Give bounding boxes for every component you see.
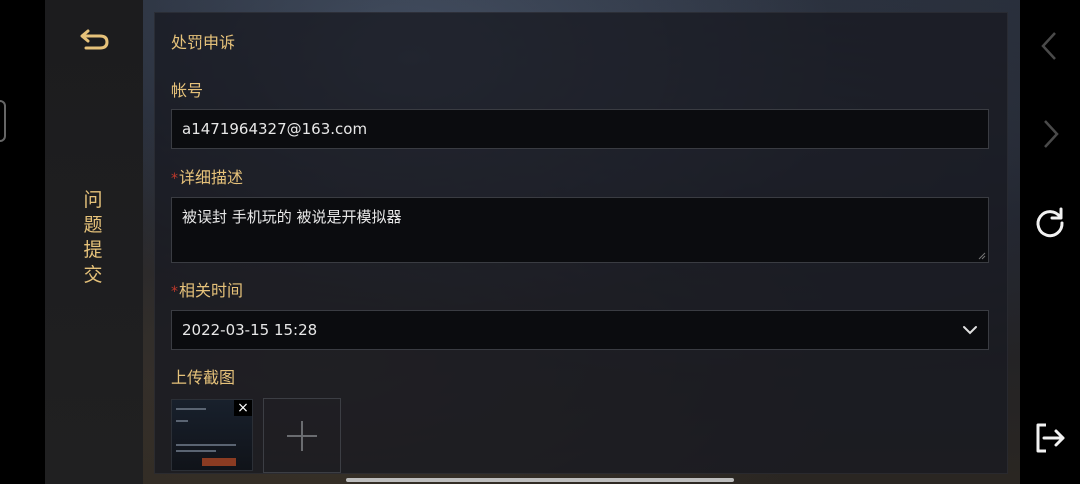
left-notch: [0, 100, 6, 142]
refresh-icon[interactable]: [1032, 205, 1068, 241]
time-value: 2022-03-15 15:28: [182, 321, 318, 339]
appeal-form-panel: 处罚申诉 帐号 a1471964327@163.com *详细描述 被误封 手机…: [154, 12, 1008, 474]
screenshot-thumbnail[interactable]: ×: [171, 399, 253, 471]
description-value: 被误封 手机玩的 被说是开模拟器: [182, 208, 402, 226]
thumb-line: [176, 408, 206, 410]
back-arrow-icon: [80, 29, 109, 50]
account-value: a1471964327@163.com: [182, 120, 368, 138]
time-label-wrap: *相关时间: [171, 277, 243, 301]
account-field[interactable]: a1471964327@163.com: [171, 109, 989, 149]
thumb-line: [176, 420, 188, 422]
right-nav-bar: [1020, 0, 1080, 484]
chevron-left-icon[interactable]: [1032, 28, 1068, 64]
exit-icon[interactable]: [1032, 420, 1068, 456]
left-device-edge: [0, 0, 45, 484]
thumb-button: [202, 458, 236, 466]
home-indicator[interactable]: [346, 478, 734, 482]
sidebar-title-char: 问: [83, 189, 103, 211]
time-select[interactable]: 2022-03-15 15:28: [171, 310, 989, 350]
sidebar-title: 问 题 提 交: [78, 188, 108, 288]
required-mark: *: [171, 171, 178, 187]
chevron-right-icon[interactable]: [1032, 116, 1068, 152]
add-screenshot-button[interactable]: [263, 398, 341, 473]
upload-label: 上传截图: [171, 368, 236, 387]
account-label: 帐号: [171, 81, 204, 100]
time-label: 相关时间: [179, 281, 244, 300]
description-label-wrap: *详细描述: [171, 164, 243, 188]
back-button[interactable]: [78, 22, 112, 56]
remove-thumbnail-button[interactable]: ×: [234, 400, 252, 416]
thumb-line: [176, 444, 236, 446]
sidebar-title-char: 题: [83, 214, 103, 236]
resize-grip-icon[interactable]: [978, 252, 986, 260]
thumb-line: [176, 450, 216, 452]
description-textarea[interactable]: 被误封 手机玩的 被说是开模拟器: [171, 197, 989, 263]
description-label: 详细描述: [179, 168, 244, 187]
required-mark: *: [171, 284, 178, 300]
left-sidebar: 问 题 提 交: [45, 0, 143, 484]
sidebar-title-char: 提: [83, 239, 103, 261]
sidebar-title-char: 交: [83, 264, 103, 286]
plus-icon: [287, 421, 317, 451]
chevron-down-icon: [963, 326, 977, 335]
form-title: 处罚申诉: [171, 33, 236, 52]
